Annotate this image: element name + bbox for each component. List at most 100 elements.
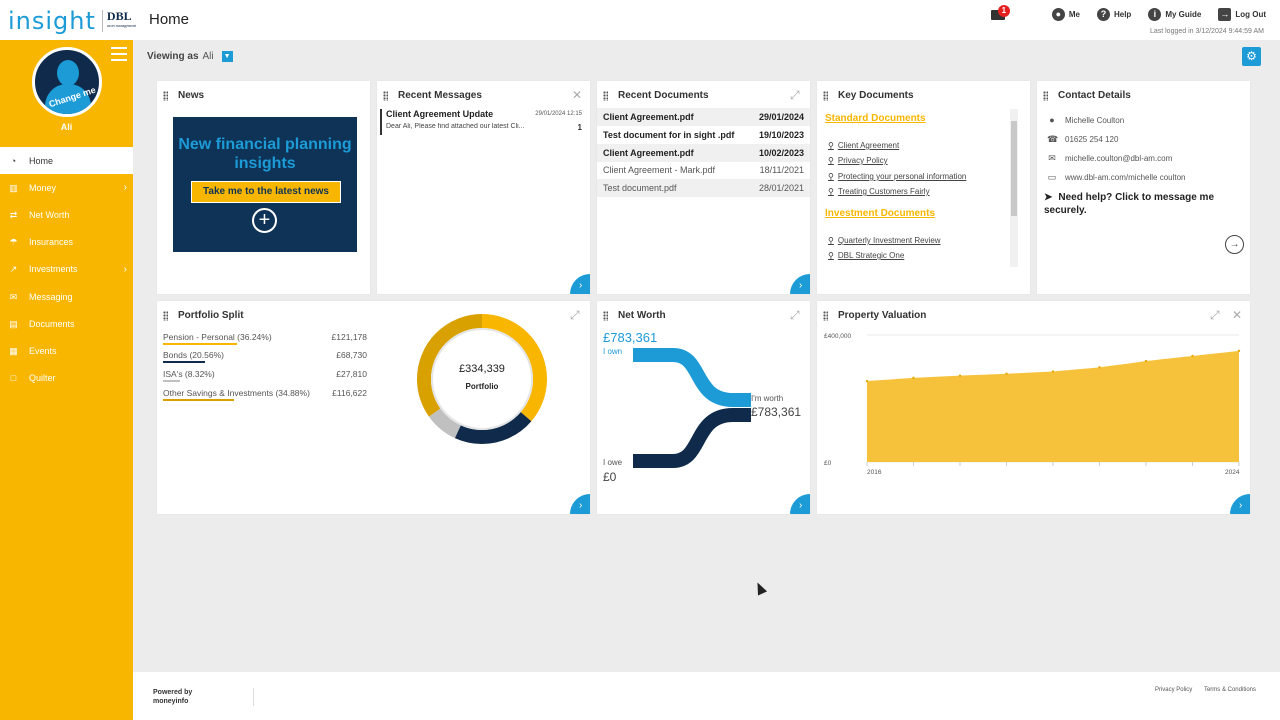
arrow-right-circle-icon[interactable]: → (1225, 235, 1244, 254)
sidebar-item-insurances[interactable]: ☂ Insurances (0, 229, 133, 256)
sidebar-item-quilter[interactable]: □ Quilter (0, 365, 133, 392)
sidebar-item-net-worth[interactable]: ⇄ Net Worth (0, 201, 133, 228)
expand-icon[interactable]: ⤢ (570, 308, 580, 323)
contact-phone-row[interactable]: ☎ 01625 254 120 (1047, 134, 1118, 145)
sidebar-item-documents[interactable]: ▤ Documents (0, 310, 133, 337)
drag-handle-icon[interactable] (823, 310, 828, 321)
sidebar-item-messaging[interactable]: ✉ Messaging (0, 283, 133, 310)
owe-value: £0 (603, 470, 617, 484)
expand-icon[interactable]: ⤢ (790, 88, 800, 103)
news-title: News (178, 90, 205, 101)
avatar-head (57, 60, 79, 86)
property-title: Property Valuation (838, 310, 927, 321)
document-row[interactable]: Client Agreement - Mark.pdf 18/11/2021 (597, 161, 810, 179)
investment-documents-heading[interactable]: Investment Documents (825, 208, 935, 219)
scrollbar[interactable] (1010, 109, 1018, 267)
footer: Powered by moneyinfo Privacy Policy Terms… (133, 672, 1280, 720)
recent-documents-card: Recent Documents ⤢ Client Agreement.pdf 2… (597, 81, 810, 294)
top-nav: 1 ● Me ? Help i My Guide → Log Out (990, 4, 1266, 21)
news-banner[interactable]: New financial planning insights Take me … (173, 117, 357, 252)
valuation-point[interactable] (1237, 349, 1241, 353)
standard-documents-heading[interactable]: Standard Documents (825, 113, 926, 124)
portfolio-donut-chart[interactable] (415, 312, 549, 446)
envelope-icon: ✉ (1048, 153, 1056, 163)
drag-handle-icon[interactable] (163, 90, 168, 101)
chevron-right-icon[interactable]: › (1230, 494, 1250, 514)
portfolio-row[interactable]: ISA's (8.32%) £27,810 (163, 369, 367, 379)
portfolio-row[interactable]: Bonds (20.56%) £68,730 (163, 350, 367, 360)
sidebar-item-events[interactable]: ▦ Events (0, 337, 133, 364)
viewing-as-dropdown-icon[interactable]: ▼ (221, 51, 233, 62)
net-worth-flow-chart (633, 348, 751, 468)
document-row[interactable]: Client Agreement.pdf 10/02/2023 (597, 144, 810, 162)
expand-icon[interactable]: ⤢ (1210, 308, 1220, 323)
chevron-right-icon[interactable]: › (570, 494, 590, 514)
valuation-point[interactable] (912, 376, 915, 380)
contact-web-row[interactable]: ▭ www.dbl-am.com/michelle coulton (1047, 172, 1186, 183)
net-worth-card-title: Net Worth (603, 310, 666, 321)
own-value: £783,361 (603, 330, 658, 345)
sidebar-item-investments[interactable]: ↗ Investments › (0, 256, 133, 283)
chart-icon: ↗ (9, 264, 18, 275)
contact-email-row[interactable]: ✉ michelle.coulton@dbl-am.com (1047, 153, 1172, 164)
key-document-link[interactable]: ⚲ DBL Strategic One (828, 251, 904, 260)
close-icon[interactable]: ✕ (1232, 308, 1242, 322)
sidebar-item-home[interactable]: ◔ Home (0, 147, 133, 175)
key-document-link[interactable]: ⚲ Protecting your personal information (828, 172, 966, 181)
portfolio-row[interactable]: Pension - Personal (36.24%) £121,178 (163, 332, 367, 342)
sidebar-item-money[interactable]: ▥ Money › (0, 174, 133, 201)
valuation-area[interactable] (867, 350, 1239, 462)
my-guide-button[interactable]: i My Guide (1148, 8, 1201, 21)
drag-handle-icon[interactable] (823, 90, 828, 101)
drag-handle-icon[interactable] (603, 310, 608, 321)
chevron-right-icon[interactable]: › (790, 494, 810, 514)
hamburger-menu-icon[interactable] (111, 47, 127, 65)
close-icon[interactable]: ✕ (572, 88, 582, 102)
valuation-point[interactable] (958, 374, 962, 377)
chevron-right-icon[interactable]: › (790, 274, 810, 294)
drag-handle-icon[interactable] (383, 90, 388, 101)
scrollbar-thumb[interactable] (1011, 121, 1017, 216)
valuation-point[interactable] (1051, 370, 1055, 373)
contact-title: Contact Details (1058, 90, 1131, 101)
sidebar: Change me Ali ◔ Home ▥ Money › ⇄ Net Worth ☂… (0, 40, 133, 720)
logout-button[interactable]: → Log Out (1218, 8, 1266, 21)
avatar[interactable]: Change me (32, 47, 102, 117)
app-logo[interactable]: insight DBL asset management (8, 7, 136, 35)
document-row[interactable]: Client Agreement.pdf 29/01/2024 (597, 108, 810, 126)
document-row[interactable]: Test document for in sight .pdf 19/10/202… (597, 126, 810, 144)
square-icon: □ (10, 373, 17, 384)
document-row[interactable]: Test document.pdf 28/01/2021 (597, 179, 810, 197)
latest-news-button[interactable]: Take me to the latest news (191, 181, 341, 203)
me-button[interactable]: ● Me (1051, 8, 1080, 21)
drag-handle-icon[interactable] (603, 90, 608, 101)
portfolio-row[interactable]: Other Savings & Investments (34.88%) £116… (163, 388, 367, 398)
username: Ali (60, 122, 73, 132)
logo-text: insight (8, 7, 96, 35)
drag-handle-icon[interactable] (163, 310, 168, 321)
valuation-point[interactable] (1191, 354, 1194, 358)
key-document-link[interactable]: ⚲ Treating Customers Fairly (828, 187, 930, 196)
contact-card-title: Contact Details (1043, 90, 1131, 101)
valuation-point[interactable] (1098, 366, 1101, 369)
valuation-point[interactable] (1144, 359, 1148, 363)
sidebar-item-label: Insurances (29, 237, 74, 248)
chevron-right-icon[interactable]: › (570, 274, 590, 294)
key-document-link[interactable]: ⚲ Client Agreement (828, 141, 899, 150)
key-document-link-label: Privacy Policy (837, 156, 888, 165)
valuation-point[interactable] (865, 379, 869, 383)
drag-handle-icon[interactable] (1043, 90, 1048, 101)
key-document-link[interactable]: ⚲ Quarterly Investment Review (828, 236, 941, 245)
dashboard-settings-button[interactable]: ⚙ (1242, 47, 1261, 66)
valuation-point[interactable] (1005, 372, 1008, 375)
message-adviser-link[interactable]: ➤ Need help? Click to message me securely… (1044, 191, 1244, 217)
key-document-link[interactable]: ⚲ Privacy Policy (828, 156, 888, 165)
expand-icon[interactable]: ⤢ (790, 308, 800, 323)
messages-button[interactable]: 1 (990, 4, 1010, 20)
privacy-policy-link[interactable]: Privacy Policy (1155, 687, 1192, 693)
document-icon: ▤ (9, 318, 18, 329)
message-item[interactable]: Client Agreement Update 29/01/2024 12:15… (380, 109, 586, 135)
help-button[interactable]: ? Help (1096, 8, 1131, 21)
terms-link[interactable]: Terms & Conditions (1204, 687, 1256, 693)
property-valuation-chart[interactable]: £400,000 £0 2016 2024 (817, 327, 1250, 487)
